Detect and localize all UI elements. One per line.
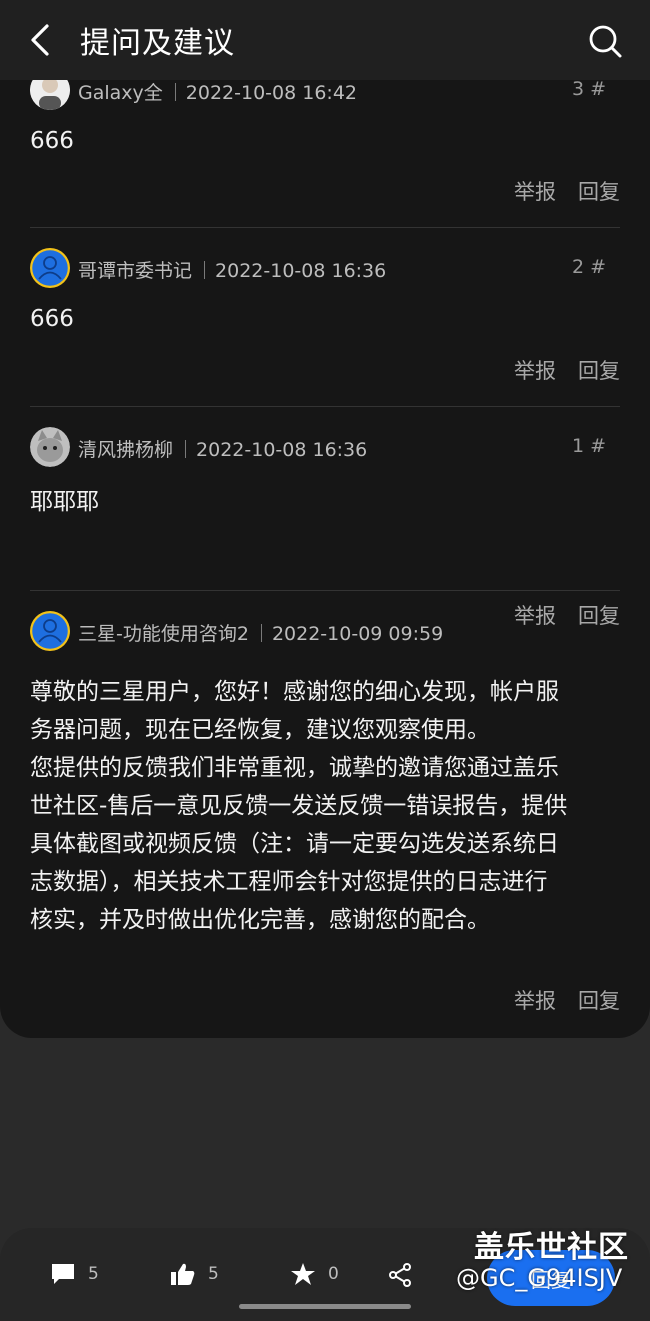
post-time: 2022-10-08 16:42: [185, 82, 357, 104]
content-line: 务器问题，现在已经恢复，建议您观察使用。: [30, 717, 490, 743]
content-line: 具体截图或视频反馈（注：请一定要勾选发送系统日: [30, 831, 559, 857]
top-app-bar: 提问及建议: [0, 0, 650, 80]
replies-card: Galaxy全 2022-10-08 16:42 3 # 666 举报 回复 哥谭…: [0, 60, 650, 1038]
chevron-left-icon: [31, 24, 49, 56]
like-button[interactable]: 5: [170, 1262, 219, 1286]
report-button[interactable]: 举报: [514, 985, 556, 1015]
username[interactable]: 清风拂杨柳: [78, 439, 173, 461]
favorite-button[interactable]: 0: [290, 1262, 339, 1286]
post-content: 耶耶耶: [30, 489, 99, 515]
watermark-handle: @GC_G94ISJV: [456, 1264, 623, 1292]
content-line: 核实，并及时做出优化完善，感谢您的配合。: [30, 907, 490, 933]
post-actions: 举报 回复: [514, 176, 620, 206]
favorites-count: 0: [328, 1264, 339, 1284]
username[interactable]: 哥谭市委书记: [78, 260, 192, 282]
post-header: 三星-功能使用咨询2 2022-10-09 09:59: [30, 611, 620, 651]
home-indicator[interactable]: [239, 1304, 411, 1309]
page-title: 提问及建议: [80, 26, 235, 61]
reply-link[interactable]: 回复: [578, 355, 620, 385]
search-icon: [589, 25, 622, 58]
separator: [204, 261, 206, 279]
post-content: 666: [30, 306, 74, 332]
share-button[interactable]: [387, 1262, 413, 1288]
thumbs-up-icon: [171, 1263, 195, 1285]
divider: [30, 227, 620, 228]
back-button[interactable]: [22, 20, 58, 60]
content-line: 尊敬的三星用户，您好！感谢您的细心发现，帐户服: [30, 679, 559, 705]
comment-icon: [52, 1264, 74, 1284]
search-button[interactable]: [586, 22, 626, 62]
reply-link[interactable]: 回复: [578, 985, 620, 1015]
post-header: 清风拂杨柳 2022-10-08 16:36 1 #: [30, 427, 620, 467]
watermark-brand: 盖乐世社区: [474, 1230, 629, 1265]
content-line: 志数据），相关技术工程师会针对您提供的日志进行: [30, 869, 548, 895]
divider: [30, 590, 620, 591]
floor-number: 3 #: [571, 78, 606, 100]
avatar[interactable]: [30, 248, 70, 288]
report-button[interactable]: 举报: [514, 355, 556, 385]
content-line: 您提供的反馈我们非常重视，诚挚的邀请您通过盖乐: [30, 755, 559, 781]
floor-number: 1 #: [571, 435, 606, 457]
post-time: 2022-10-08 16:36: [215, 260, 387, 282]
post-content: 666: [30, 128, 74, 154]
post-actions: 举报 回复: [514, 985, 620, 1015]
post-content: 尊敬的三星用户，您好！感谢您的细心发现，帐户服 务器问题，现在已经恢复，建议您观…: [30, 673, 610, 939]
separator: [260, 624, 262, 642]
comments-button[interactable]: 5: [50, 1262, 99, 1286]
share-icon: [389, 1263, 411, 1287]
comments-count: 5: [88, 1264, 99, 1284]
username[interactable]: 三星-功能使用咨询2: [78, 623, 249, 645]
avatar[interactable]: [30, 427, 70, 467]
reply-link[interactable]: 回复: [578, 176, 620, 206]
separator: [174, 83, 176, 101]
default-avatar-icon: [30, 611, 70, 651]
floor-number: 2 #: [571, 256, 606, 278]
post-time: 2022-10-09 09:59: [271, 623, 444, 645]
divider: [30, 406, 620, 407]
content-line: 世社区-售后一意见反馈一发送反馈一错误报告，提供: [30, 793, 568, 819]
default-avatar-icon: [30, 248, 70, 288]
username[interactable]: Galaxy全: [78, 82, 163, 104]
report-button[interactable]: 举报: [514, 176, 556, 206]
cat-avatar-icon: [30, 427, 70, 467]
avatar[interactable]: [30, 611, 70, 651]
star-icon: [291, 1263, 315, 1285]
post-time: 2022-10-08 16:36: [196, 439, 368, 461]
likes-count: 5: [208, 1264, 219, 1284]
post-header: 哥谭市委书记 2022-10-08 16:36 2 #: [30, 248, 620, 288]
post-actions: 举报 回复: [514, 355, 620, 385]
separator: [185, 440, 187, 458]
